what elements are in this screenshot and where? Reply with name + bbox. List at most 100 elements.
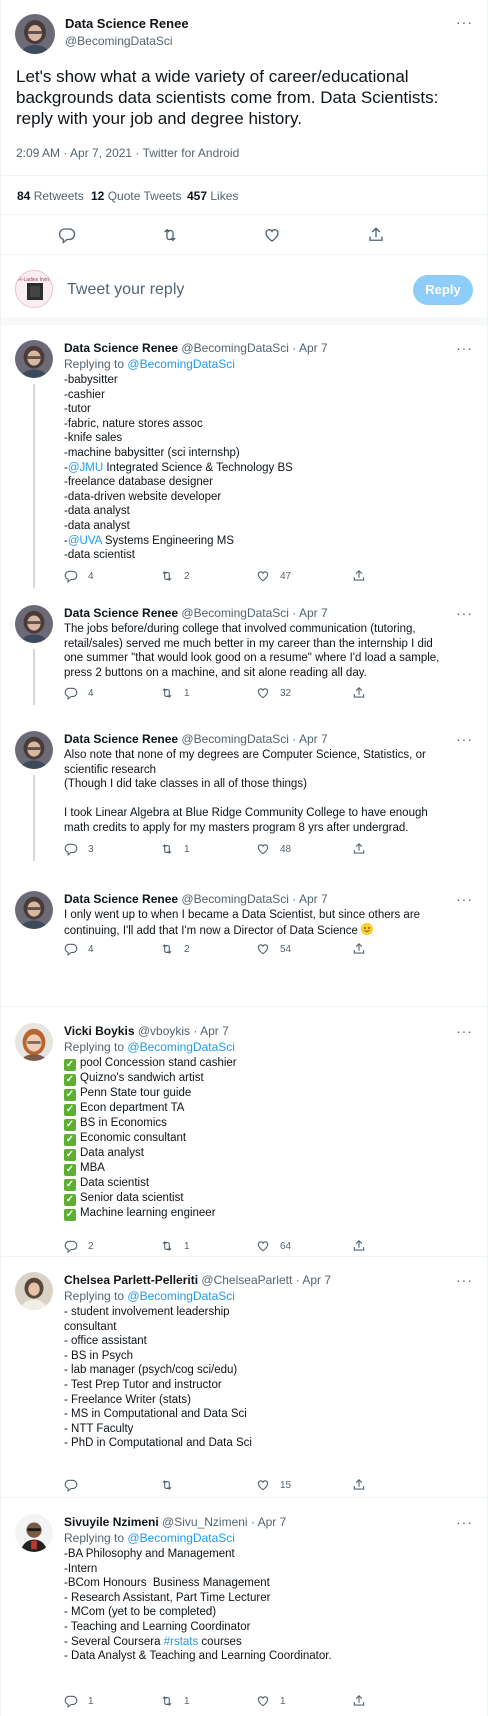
avatar[interactable]	[15, 14, 55, 54]
tweet-text-line: ✓ MBA	[64, 1161, 476, 1176]
retweet-button[interactable]: 1	[160, 1238, 190, 1254]
reply-button[interactable]: Reply	[413, 275, 473, 305]
reply-button[interactable]	[64, 1477, 88, 1493]
author-handle[interactable]: @BecomingDataSci	[181, 606, 289, 620]
retweet-button[interactable]: 2	[160, 568, 190, 584]
reply-button[interactable]: 4	[64, 568, 94, 584]
share-button[interactable]	[352, 568, 366, 584]
tweet-date[interactable]: Apr 7	[299, 892, 328, 906]
mention-link[interactable]: @UVA	[68, 535, 102, 547]
mention-link[interactable]: @BecomingDataSci	[127, 1289, 235, 1303]
author-name[interactable]: Chelsea Parlett-Pelleriti	[64, 1273, 198, 1287]
tweet-date[interactable]: Apr 7	[299, 341, 328, 355]
avatar[interactable]	[15, 891, 53, 929]
likes-stat[interactable]: 457 Likes	[187, 189, 238, 203]
more-options-icon[interactable]: ···	[456, 891, 473, 907]
quote-tweets-stat[interactable]: 12 Quote Tweets	[91, 189, 182, 203]
reply-button[interactable]: 2	[64, 1238, 94, 1254]
tweet-date[interactable]: Apr 7, 2021	[70, 146, 132, 160]
tweet-source[interactable]: Twitter for Android	[143, 146, 240, 160]
reply-tweet[interactable]: Data Science Renee @BecomingDataSci · Ap…	[1, 340, 487, 588]
tweet-text: I only went up to when I became a Data S…	[64, 908, 476, 938]
share-button[interactable]	[352, 841, 366, 857]
mention-link[interactable]: @BecomingDataSci	[127, 357, 235, 371]
tweet-date[interactable]: Apr 7	[299, 606, 328, 620]
reply-icon[interactable]	[58, 226, 76, 244]
share-icon[interactable]	[367, 226, 385, 244]
share-button[interactable]	[352, 1693, 366, 1709]
author-handle[interactable]: @BecomingDataSci	[181, 732, 289, 746]
reply-button[interactable]: 3	[64, 841, 94, 857]
author-name[interactable]: Data Science Renee	[65, 16, 189, 31]
author-handle[interactable]: @Sivu_Nzimeni	[162, 1515, 248, 1529]
avatar[interactable]	[15, 1272, 53, 1310]
more-options-icon[interactable]: ···	[456, 1023, 473, 1039]
reply-input[interactable]: Tweet your reply	[67, 281, 184, 299]
reply-button[interactable]: 4	[64, 941, 94, 957]
tweet-date[interactable]: Apr 7	[200, 1024, 229, 1038]
author-name[interactable]: Data Science Renee	[64, 341, 178, 355]
retweet-button[interactable]: 1	[160, 841, 190, 857]
retweet-button[interactable]	[160, 1477, 184, 1493]
more-options-icon[interactable]: ···	[456, 1514, 473, 1530]
avatar[interactable]	[15, 1514, 53, 1552]
author-name[interactable]: Data Science Renee	[64, 732, 178, 746]
author-name[interactable]: Data Science Renee	[64, 606, 178, 620]
like-button[interactable]: 47	[256, 568, 291, 584]
like-button[interactable]: 32	[256, 685, 291, 701]
share-button[interactable]	[352, 1238, 366, 1254]
retweets-stat[interactable]: 84 Retweets	[17, 189, 84, 203]
reply-tweet[interactable]: Data Science Renee @BecomingDataSci · Ap…	[1, 891, 487, 1007]
reply-tweet[interactable]: Data Science Renee @BecomingDataSci · Ap…	[1, 605, 487, 705]
author-name[interactable]: Data Science Renee	[64, 892, 178, 906]
author-handle[interactable]: @BecomingDataSci	[65, 34, 173, 48]
like-button[interactable]: 15	[256, 1477, 291, 1493]
tweet-time[interactable]: 2:09 AM	[16, 146, 60, 160]
thread-line	[33, 384, 35, 588]
more-options-icon[interactable]: ···	[456, 605, 473, 621]
more-options-icon[interactable]: ···	[456, 14, 473, 30]
like-button[interactable]: 64	[256, 1238, 291, 1254]
avatar[interactable]	[15, 1023, 53, 1061]
text-segment: -babysitter	[64, 374, 118, 386]
mention-link[interactable]: @BecomingDataSci	[127, 1531, 235, 1545]
author-name[interactable]: Sivuyile Nzimeni	[64, 1515, 159, 1529]
text-segment: Senior data scientist	[80, 1192, 184, 1204]
reply-button[interactable]: 1	[64, 1693, 94, 1709]
reply-tweet[interactable]: Vicki Boykis @vboykis · Apr 7 ··· Replyi…	[1, 1007, 487, 1257]
share-button[interactable]	[352, 1477, 366, 1493]
hashtag-link[interactable]: #rstats	[164, 1636, 199, 1648]
author-handle[interactable]: @BecomingDataSci	[181, 341, 289, 355]
share-button[interactable]	[352, 941, 366, 957]
avatar[interactable]	[15, 731, 53, 769]
more-options-icon[interactable]: ···	[456, 340, 473, 356]
avatar[interactable]	[15, 340, 53, 378]
text-segment: Economic consultant	[80, 1132, 187, 1144]
reply-button[interactable]: 4	[64, 685, 94, 701]
retweet-button[interactable]: 1	[160, 1693, 190, 1709]
author-name[interactable]: Vicki Boykis	[64, 1024, 135, 1038]
like-button[interactable]: 1	[256, 1693, 286, 1709]
share-button[interactable]	[352, 685, 366, 701]
tweet-date[interactable]: Apr 7	[258, 1515, 287, 1529]
avatar[interactable]: R-Ladies Irvine	[15, 270, 53, 308]
tweet-date[interactable]: Apr 7	[299, 732, 328, 746]
retweet-icon[interactable]	[161, 226, 179, 244]
like-icon[interactable]	[263, 226, 281, 244]
like-button[interactable]: 48	[256, 841, 291, 857]
tweet-date[interactable]: Apr 7	[302, 1273, 331, 1287]
mention-link[interactable]: @BecomingDataSci	[127, 1040, 235, 1054]
retweet-button[interactable]: 1	[160, 685, 190, 701]
author-handle[interactable]: @BecomingDataSci	[181, 892, 289, 906]
mention-link[interactable]: @JMU	[68, 462, 103, 474]
reply-tweet[interactable]: Data Science Renee @BecomingDataSci · Ap…	[1, 731, 487, 861]
author-handle[interactable]: @ChelseaParlett	[201, 1273, 292, 1287]
retweet-button[interactable]: 2	[160, 941, 190, 957]
more-options-icon[interactable]: ···	[456, 1272, 473, 1288]
more-options-icon[interactable]: ···	[456, 731, 473, 747]
like-button[interactable]: 54	[256, 941, 291, 957]
author-handle[interactable]: @vboykis	[138, 1024, 190, 1038]
reply-tweet[interactable]: Chelsea Parlett-Pelleriti @ChelseaParlet…	[1, 1257, 487, 1498]
avatar[interactable]	[15, 605, 53, 643]
reply-tweet[interactable]: Sivuyile Nzimeni @Sivu_Nzimeni · Apr 7 ·…	[1, 1498, 487, 1716]
